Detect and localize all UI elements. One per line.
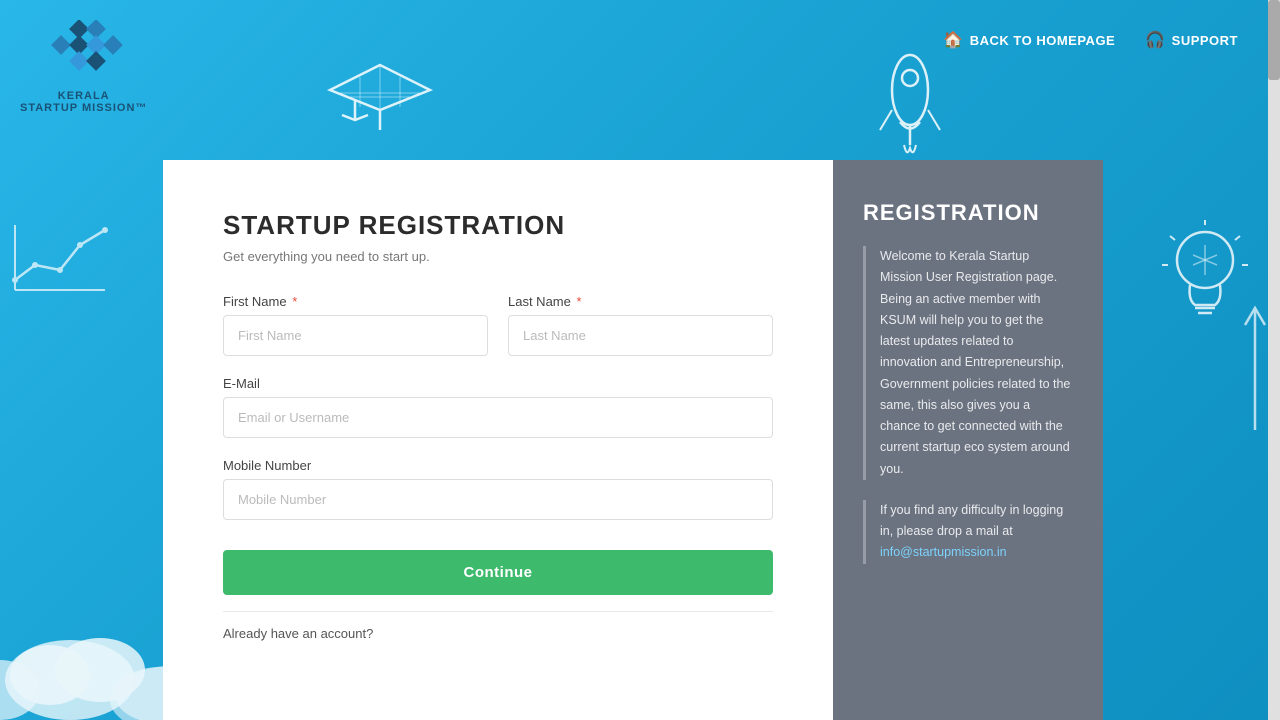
info-panel: REGISTRATION Welcome to Kerala Startup M… — [833, 160, 1103, 720]
first-name-label: First Name * — [223, 294, 488, 309]
name-row: First Name * Last Name * — [223, 294, 773, 356]
continue-button[interactable]: Continue — [223, 550, 773, 595]
first-name-group: First Name * — [223, 294, 488, 356]
support-icon: 🎧 — [1145, 30, 1165, 50]
scrollbar-thumb[interactable] — [1268, 0, 1280, 80]
logo-text: KERALAKERALA STARTUP MISSION™STARTUP MIS… — [20, 90, 147, 114]
email-input[interactable] — [223, 397, 773, 438]
info-text-2: If you find any difficulty in logging in… — [863, 500, 1073, 564]
form-title: STARTUP REGISTRATION — [223, 210, 773, 241]
logo-area: KERALAKERALA STARTUP MISSION™STARTUP MIS… — [20, 20, 147, 114]
first-name-required: * — [292, 294, 297, 309]
homepage-label: BACK TO HOMEPAGE — [970, 33, 1115, 48]
info-text-1: Welcome to Kerala Startup Mission User R… — [863, 246, 1073, 480]
first-name-input[interactable] — [223, 315, 488, 356]
modal-container: STARTUP REGISTRATION Get everything you … — [163, 160, 1103, 720]
header: KERALAKERALA STARTUP MISSION™STARTUP MIS… — [0, 0, 1268, 160]
support-link[interactable]: 🎧 SUPPORT — [1145, 30, 1238, 50]
email-label: E-Mail — [223, 376, 773, 391]
form-subtitle: Get everything you need to start up. — [223, 249, 773, 264]
already-account-text: Already have an account? — [223, 626, 773, 641]
back-to-homepage-link[interactable]: 🏠 BACK TO HOMEPAGE — [943, 30, 1115, 50]
last-name-group: Last Name * — [508, 294, 773, 356]
last-name-input[interactable] — [508, 315, 773, 356]
mobile-input[interactable] — [223, 479, 773, 520]
arrow-up-icon — [1240, 300, 1270, 440]
last-name-label: Last Name * — [508, 294, 773, 309]
mobile-label: Mobile Number — [223, 458, 773, 473]
info-title: REGISTRATION — [863, 200, 1073, 226]
mobile-group: Mobile Number — [223, 458, 773, 520]
header-nav: 🏠 BACK TO HOMEPAGE 🎧 SUPPORT — [943, 30, 1238, 50]
lightbulb-icon — [1160, 220, 1250, 340]
form-panel: STARTUP REGISTRATION Get everything you … — [163, 160, 833, 720]
divider — [223, 611, 773, 612]
chart-icon — [10, 220, 110, 300]
email-group: E-Mail — [223, 376, 773, 438]
info-email-link[interactable]: info@startupmission.in — [880, 545, 1007, 559]
home-icon: 🏠 — [943, 30, 963, 50]
logo-icon — [44, 20, 124, 90]
support-label: SUPPORT — [1172, 33, 1238, 48]
last-name-required: * — [577, 294, 582, 309]
scrollbar[interactable] — [1268, 0, 1280, 720]
